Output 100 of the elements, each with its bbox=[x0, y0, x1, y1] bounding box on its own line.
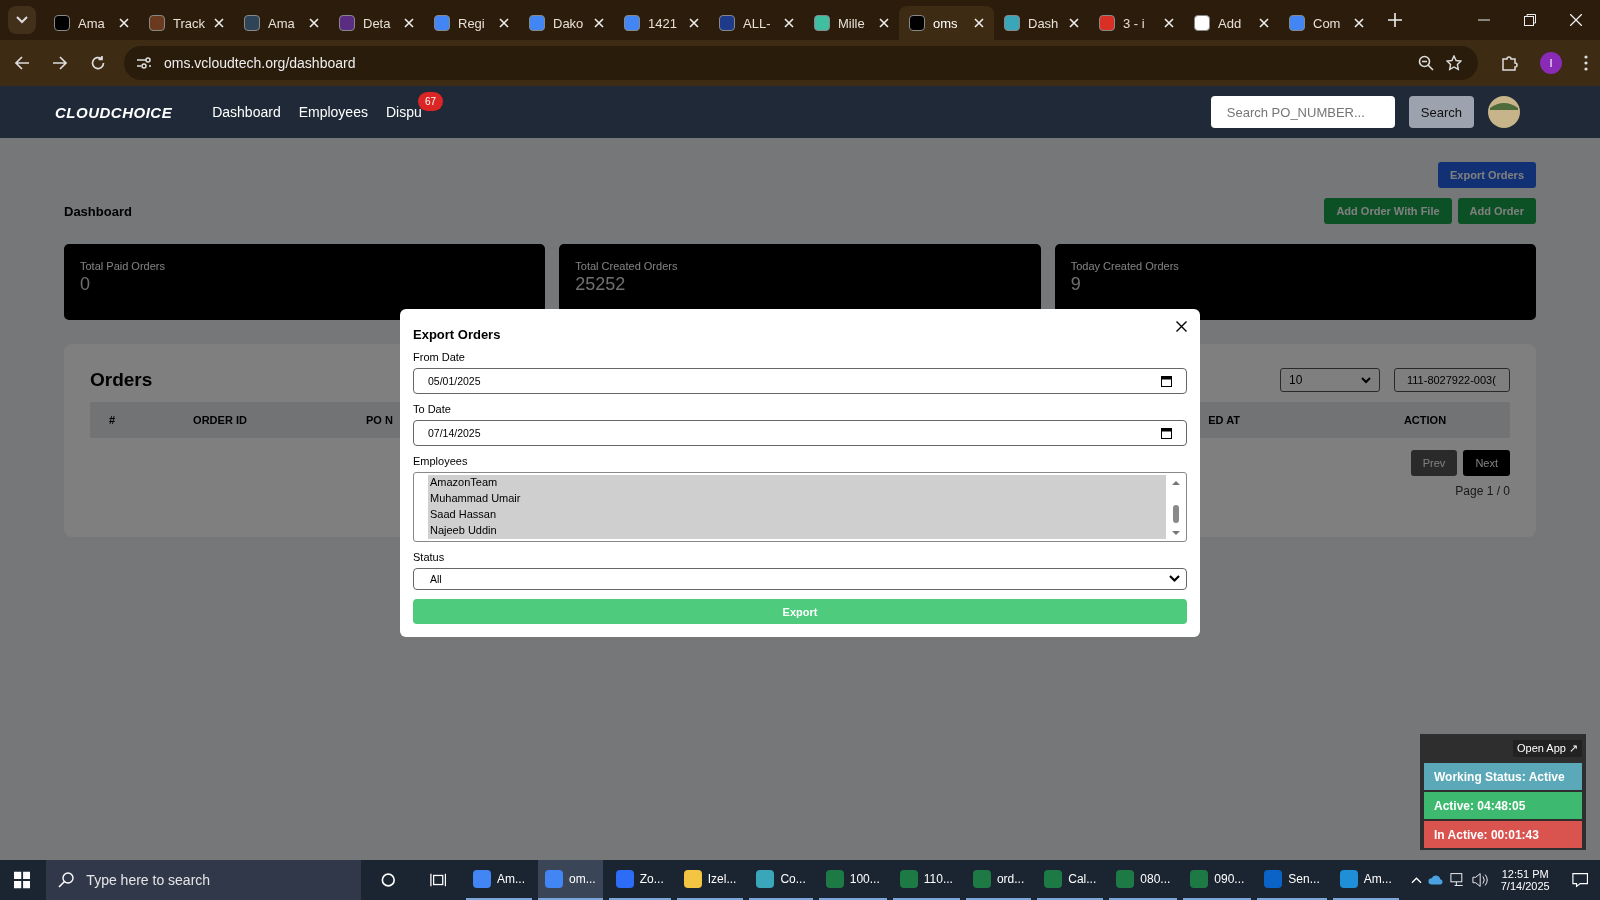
dialog-title: Export Orders bbox=[413, 327, 501, 342]
browser-tab[interactable]: Regi bbox=[424, 6, 519, 40]
address-bar[interactable]: oms.vcloudtech.org/dashboard bbox=[124, 46, 1478, 80]
taskbar-app[interactable]: 080... bbox=[1109, 860, 1178, 900]
browser-tab[interactable]: ALL- bbox=[709, 6, 804, 40]
taskbar-app[interactable]: Am... bbox=[466, 860, 533, 900]
avatar-icon[interactable] bbox=[1488, 96, 1520, 128]
puzzle-icon[interactable] bbox=[1500, 54, 1518, 72]
profile-avatar[interactable]: I bbox=[1540, 52, 1562, 74]
page-size-select[interactable]: 10 bbox=[1280, 368, 1380, 392]
stat-value: 0 bbox=[80, 274, 90, 295]
volume-icon[interactable] bbox=[1472, 872, 1489, 888]
open-app-button[interactable]: Open App ↗ bbox=[1513, 740, 1582, 757]
stat-value: 25252 bbox=[575, 274, 626, 295]
taskbar-app[interactable]: Sen... bbox=[1257, 860, 1327, 900]
taskbar-app[interactable]: 100... bbox=[818, 860, 887, 900]
app-label: 090... bbox=[1214, 872, 1245, 886]
from-date-field[interactable]: 05/01/2025 bbox=[413, 368, 1187, 394]
taskbar-app[interactable]: ord... bbox=[965, 860, 1032, 900]
tab-title: Deta bbox=[363, 15, 392, 31]
taskbar-app[interactable]: Izel... bbox=[676, 860, 744, 900]
taskbar-app[interactable]: 090... bbox=[1183, 860, 1252, 900]
employees-listbox[interactable]: AmazonTeam Muhammad Umair Saad Hassan Najeeb Uddin bbox=[413, 472, 1187, 542]
browser-tab[interactable]: Ama bbox=[44, 6, 139, 40]
tab-title: Mille bbox=[838, 15, 866, 31]
column-header: ED AT bbox=[1207, 414, 1241, 426]
notification-icon[interactable] bbox=[1571, 872, 1588, 888]
next-button[interactable]: Next bbox=[1463, 450, 1510, 476]
browser-tab[interactable]: Add bbox=[1184, 6, 1279, 40]
status-select[interactable]: All bbox=[413, 568, 1187, 590]
to-date-field[interactable]: 07/14/2025 bbox=[413, 420, 1187, 446]
logo[interactable]: CLOUDCHOICE bbox=[55, 103, 173, 121]
zoom-out-icon[interactable] bbox=[1418, 55, 1434, 71]
app-label: Izel... bbox=[707, 872, 737, 886]
app-label: 110... bbox=[923, 872, 953, 886]
taskbar-app[interactable]: Cal... bbox=[1037, 860, 1104, 900]
windows-start-icon[interactable] bbox=[14, 871, 31, 889]
browser-tab[interactable]: Com bbox=[1279, 6, 1374, 40]
app-label: om... bbox=[569, 872, 596, 886]
taskbar-app[interactable]: 110... bbox=[892, 860, 960, 900]
chevron-down-icon bbox=[1361, 376, 1371, 384]
stat-label: Total Paid Orders bbox=[80, 260, 165, 272]
chevron-up-icon[interactable] bbox=[1410, 876, 1422, 884]
time-text: 12:51 PM bbox=[1501, 868, 1549, 880]
more-icon[interactable] bbox=[1584, 55, 1588, 71]
taskbar-app[interactable]: om... bbox=[538, 860, 603, 900]
site-settings-icon[interactable] bbox=[136, 56, 152, 70]
stat-label: Total Created Orders bbox=[575, 260, 678, 272]
taskbar-search-field[interactable]: Type here to search bbox=[46, 860, 362, 900]
field-label: Status bbox=[413, 551, 445, 563]
cortana-icon[interactable] bbox=[381, 872, 396, 888]
search-field[interactable]: Search PO_NUMBER... bbox=[1210, 96, 1395, 128]
browser-tab[interactable]: Dako bbox=[519, 6, 614, 40]
tab-title: Dako bbox=[553, 15, 585, 31]
search-button[interactable]: Search bbox=[1408, 96, 1474, 128]
browser-tab[interactable]: 3 - i bbox=[1089, 6, 1184, 40]
tab-title: Com bbox=[1313, 15, 1342, 31]
chevron-down-icon bbox=[1169, 575, 1180, 583]
close-icon[interactable] bbox=[1176, 321, 1187, 332]
tab-title: Ama bbox=[268, 15, 296, 31]
star-icon[interactable] bbox=[1446, 55, 1462, 71]
stat-value: 9 bbox=[1070, 274, 1081, 295]
app-label: Am... bbox=[1363, 872, 1392, 886]
nav-link[interactable]: Employees bbox=[298, 102, 368, 122]
browser-tab[interactable]: Track bbox=[139, 6, 234, 40]
forward-icon[interactable] bbox=[52, 55, 68, 71]
calendar-icon[interactable] bbox=[1161, 375, 1172, 387]
calendar-icon[interactable] bbox=[1161, 427, 1172, 439]
new-tab-icon[interactable] bbox=[1388, 13, 1402, 27]
browser-tab[interactable]: Deta bbox=[329, 6, 424, 40]
app-label: 100... bbox=[849, 872, 880, 886]
app-label: Co... bbox=[780, 872, 806, 886]
tab-title: Add bbox=[1218, 15, 1243, 31]
clock[interactable]: 12:51 PM 7/14/2025 bbox=[1500, 868, 1550, 892]
browser-tab[interactable]: Ama bbox=[234, 6, 329, 40]
browser-tab[interactable]: Dash bbox=[994, 6, 1089, 40]
task-view-icon[interactable] bbox=[429, 872, 446, 888]
nav-link[interactable]: Dashboard bbox=[212, 102, 281, 122]
browser-tab[interactable]: Mille bbox=[804, 6, 899, 40]
employee-option[interactable]: Najeeb Uddin bbox=[428, 523, 499, 538]
taskbar-app[interactable]: Zo... bbox=[608, 860, 671, 900]
back-icon[interactable] bbox=[14, 55, 30, 71]
chevron-down-icon bbox=[16, 16, 28, 24]
taskbar-app[interactable]: Co... bbox=[749, 860, 813, 900]
status-row: Working Status: Active bbox=[1424, 763, 1582, 790]
filter-field[interactable]: 111-8027922-003( bbox=[1394, 368, 1510, 392]
tab-title: ALL- bbox=[743, 15, 772, 31]
restore-icon[interactable] bbox=[1524, 14, 1536, 26]
cloud-icon[interactable] bbox=[1427, 873, 1444, 887]
status-row: In Active: 00:01:43 bbox=[1424, 821, 1582, 848]
reload-icon[interactable] bbox=[90, 55, 106, 71]
tab-title: Regi bbox=[458, 15, 486, 31]
browser-tab[interactable]: oms bbox=[899, 6, 994, 40]
prev-button[interactable]: Prev bbox=[1410, 450, 1458, 476]
tab-list-button[interactable] bbox=[8, 6, 36, 34]
taskbar-app[interactable]: Am... bbox=[1332, 860, 1399, 900]
search-placeholder: Type here to search bbox=[86, 872, 211, 888]
browser-tab[interactable]: 1421 bbox=[614, 6, 709, 40]
app-label: Sen... bbox=[1288, 872, 1320, 886]
tab-title: Track bbox=[173, 15, 206, 31]
